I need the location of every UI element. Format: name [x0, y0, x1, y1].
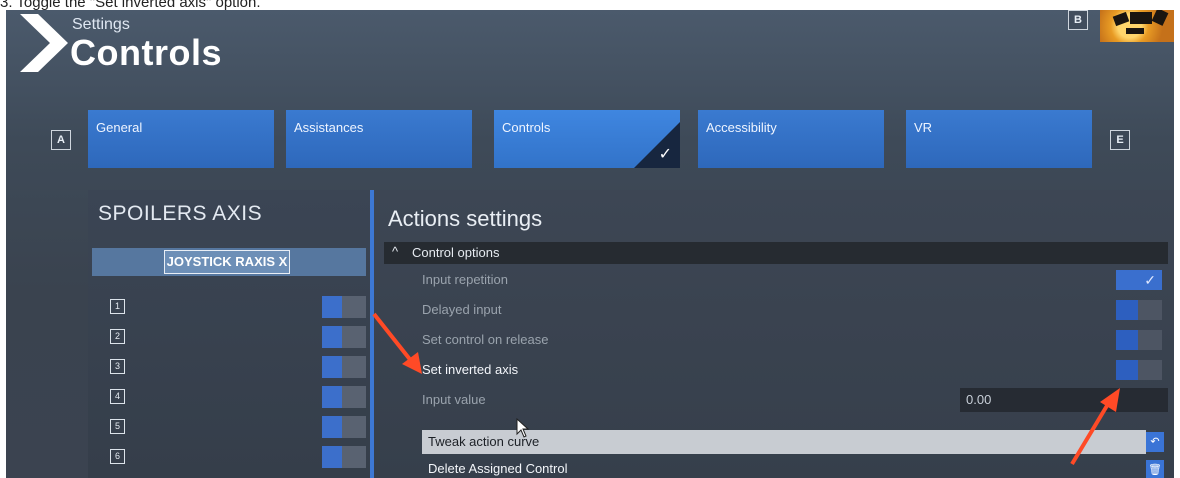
tab-general[interactable]: General — [88, 110, 274, 168]
toggle-set-inverted-axis[interactable] — [1116, 360, 1162, 380]
slot-fill — [322, 296, 342, 318]
binding-slot[interactable]: 5 — [92, 416, 366, 438]
option-set-control-on-release: Set control on release — [422, 328, 1168, 352]
axis-title: SPOILERS AXIS — [98, 202, 263, 225]
control-options-header[interactable]: ^ Control options — [384, 242, 1168, 264]
key-hint-b[interactable]: B — [1068, 10, 1088, 30]
section-label: Control options — [412, 245, 500, 260]
tweak-action-curve-button[interactable]: Tweak action curve — [422, 430, 1146, 454]
key-hint-e[interactable]: E — [1110, 130, 1130, 150]
tab-label: Controls — [502, 120, 551, 135]
option-input-repetition: Input repetition ✓ — [422, 268, 1168, 292]
tab-assistances[interactable]: Assistances — [286, 110, 472, 168]
toggle-input-repetition[interactable]: ✓ — [1116, 270, 1162, 290]
toggle-knob — [1116, 360, 1138, 380]
annotation-arrow-left-icon — [372, 312, 422, 374]
chevron-up-icon: ^ — [392, 244, 399, 259]
slot-number: 6 — [110, 449, 125, 464]
binding-slot[interactable]: 1 — [92, 296, 366, 318]
option-label: Input repetition — [422, 272, 509, 287]
mouse-cursor-icon — [516, 418, 530, 438]
slot-track — [342, 386, 366, 408]
toggle-delayed-input[interactable] — [1116, 300, 1162, 320]
instruction-caption: 3. Toggle the "Set inverted axis" option… — [0, 0, 261, 11]
actions-settings-panel: Actions settings ^ Control options Input… — [374, 190, 1174, 478]
option-set-inverted-axis: Set inverted axis — [422, 358, 1168, 382]
slot-number: 1 — [110, 299, 125, 314]
active-tab-corner — [634, 122, 680, 168]
slot-track — [342, 416, 366, 438]
option-label: Set control on release — [422, 332, 549, 347]
curve-icon[interactable]: ↶ — [1146, 432, 1164, 452]
slot-fill — [322, 416, 342, 438]
binding-row[interactable]: JOYSTICK RAXIS X — [92, 248, 366, 276]
toggle-knob — [1116, 300, 1138, 320]
tab-label: VR — [914, 120, 933, 135]
checkmark-icon: ✓ — [658, 146, 672, 163]
binding-label[interactable]: JOYSTICK RAXIS X — [164, 250, 290, 274]
slot-fill — [322, 386, 342, 408]
slot-fill — [322, 446, 342, 468]
toggle-set-control-on-release[interactable] — [1116, 330, 1162, 350]
option-label: Set inverted axis — [422, 362, 519, 377]
axis-binding-panel: SPOILERS AXIS JOYSTICK RAXIS X 1 2 3 4 5… — [88, 190, 370, 478]
slot-fill — [322, 326, 342, 348]
option-delayed-input: Delayed input — [422, 298, 1168, 322]
slot-number: 5 — [110, 419, 125, 434]
actions-title: Actions settings — [388, 206, 543, 231]
tab-label: Assistances — [294, 120, 364, 135]
slot-track — [342, 326, 366, 348]
delete-label: Delete Assigned Control — [428, 461, 568, 476]
option-input-value: Input value 0.00 — [422, 388, 1168, 412]
tab-label: Accessibility — [706, 120, 777, 135]
tab-accessibility[interactable]: Accessibility — [698, 110, 884, 168]
slot-number: 3 — [110, 359, 125, 374]
option-label: Input value — [422, 392, 486, 407]
slot-number: 4 — [110, 389, 125, 404]
page-title: Controls — [70, 32, 222, 73]
slot-track — [342, 446, 366, 468]
game-settings-screen: Settings Controls B A General Assistance… — [6, 10, 1174, 478]
tab-vr[interactable]: VR — [906, 110, 1092, 168]
delete-assigned-control-button[interactable]: Delete Assigned Control — [422, 458, 1152, 478]
key-hint-a[interactable]: A — [51, 130, 71, 150]
tab-controls[interactable]: Controls ✓ — [494, 110, 680, 168]
binding-slot[interactable]: 6 — [92, 446, 366, 468]
annotation-arrow-right-icon — [1070, 388, 1120, 466]
slot-track — [342, 356, 366, 378]
slot-number: 2 — [110, 329, 125, 344]
option-label: Delayed input — [422, 302, 502, 317]
binding-slot[interactable]: 4 — [92, 386, 366, 408]
trash-icon[interactable]: 🗑 — [1146, 460, 1164, 478]
binding-slot[interactable]: 2 — [92, 326, 366, 348]
checkmark-icon: ✓ — [1144, 272, 1156, 288]
back-chevron-icon[interactable] — [20, 14, 68, 72]
slot-fill — [322, 356, 342, 378]
toggle-knob — [1116, 330, 1138, 350]
tab-label: General — [96, 120, 143, 135]
binding-slot[interactable]: 3 — [92, 356, 366, 378]
avatar[interactable] — [1100, 10, 1174, 42]
slot-track — [342, 296, 366, 318]
